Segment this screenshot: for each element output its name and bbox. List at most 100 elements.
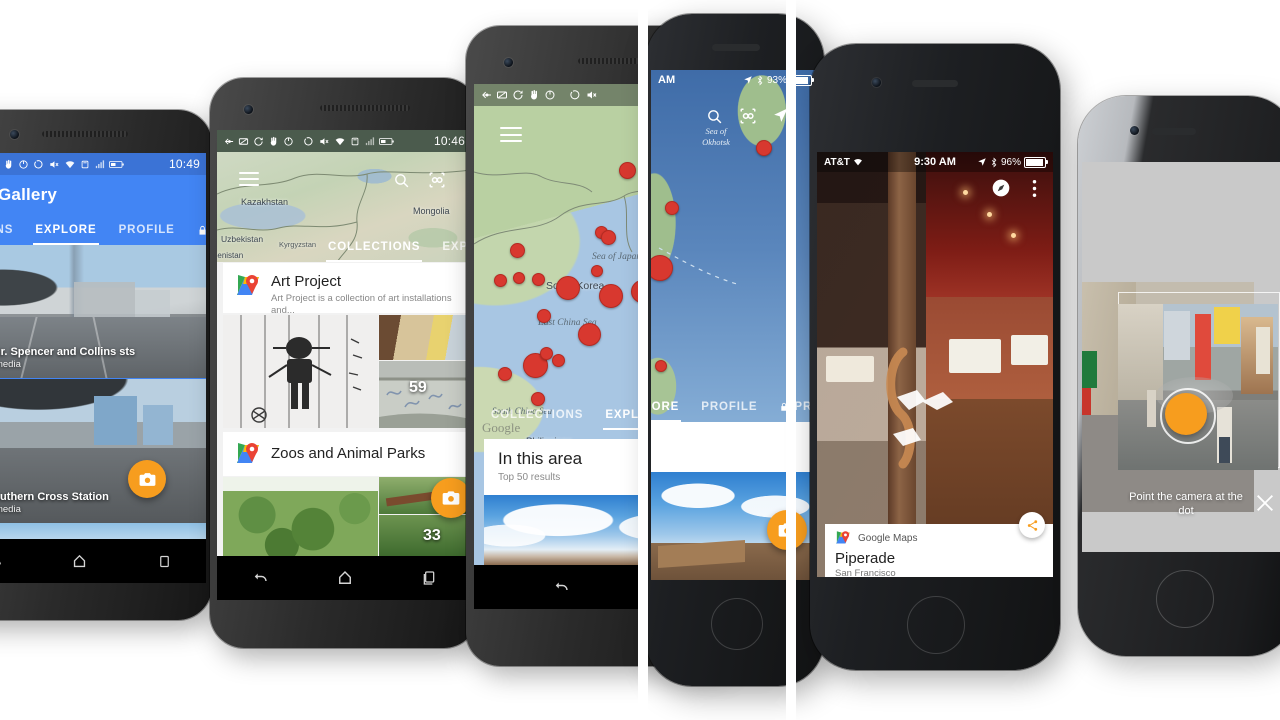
bluetooth-icon <box>757 74 763 86</box>
photo-title: Cnr. Spencer and Collins sts <box>0 346 136 358</box>
power-icon <box>545 90 555 100</box>
photo-caption: Southern Cross Station Panedia <box>0 485 206 523</box>
share-icon <box>1027 519 1037 531</box>
home-button[interactable] <box>1156 570 1214 628</box>
camera-fab[interactable] <box>128 460 166 498</box>
photo-caption: Cnr. Spencer and Collins sts Panedia <box>0 340 206 378</box>
status-icons <box>223 136 394 147</box>
map-cluster-dot[interactable] <box>540 347 553 360</box>
map-cluster-dot[interactable] <box>552 354 565 367</box>
photosphere-restaurant[interactable] <box>817 152 1053 577</box>
camera-icon <box>442 491 460 505</box>
tab-explore[interactable]: EXPLORE <box>24 215 107 245</box>
gallery-photo-1[interactable]: panedia Cnr. Spencer and Collins sts Pan… <box>0 245 206 378</box>
collection-thumb-small-2[interactable]: 59 <box>379 361 471 428</box>
recents-icon[interactable] <box>157 554 172 569</box>
street-view-arrow[interactable] <box>817 152 1053 577</box>
map-cluster-dot[interactable] <box>665 201 679 215</box>
battery-percent: 93% <box>766 74 787 86</box>
map-cluster-dot[interactable] <box>494 274 507 287</box>
back-icon[interactable] <box>0 553 3 570</box>
map-cluster-dot[interactable] <box>532 273 545 286</box>
phone-1-app-bar: Gallery <box>0 175 206 215</box>
status-time: 10:49 <box>168 157 200 171</box>
phone-4-ios-map-device: AM 93% Sea of Okhotsk ORE PROFILE PRI <box>646 14 824 686</box>
phone-2-collections-device: 10:46 Kazakhstan Mongolia Uzbekistan Kyr… <box>210 78 478 648</box>
attribution-card[interactable]: Google Maps Piperade San Francisco <box>825 524 1053 577</box>
zoo-thumb-small-2[interactable]: 33 <box>379 515 471 556</box>
search-icon[interactable] <box>706 108 723 125</box>
camera-fab[interactable] <box>431 478 471 518</box>
wifi-icon <box>335 137 345 145</box>
collection-card-art-project[interactable]: Art Project Art Project is a collection … <box>223 263 471 316</box>
signal-icon <box>95 159 105 168</box>
phone-2-map[interactable]: Kazakhstan Mongolia Uzbekistan Kyrgyzsta… <box>217 152 471 262</box>
map-cluster-dot[interactable] <box>556 276 580 300</box>
map-cluster-dot[interactable] <box>513 272 525 284</box>
map-cluster-dot[interactable] <box>619 162 636 179</box>
overflow-menu-icon[interactable] <box>1032 179 1037 198</box>
page-title: Gallery <box>0 185 58 204</box>
rotate-icon <box>570 90 580 100</box>
map-cluster-dot[interactable] <box>537 309 551 323</box>
collection-thumb-large[interactable] <box>223 315 378 428</box>
recents-icon[interactable] <box>421 570 437 586</box>
photo-author: Panedia <box>0 504 21 515</box>
map-cluster-dot[interactable] <box>655 360 667 372</box>
tab-collections[interactable]: COLLECTIONS <box>0 215 24 245</box>
map-cluster-dot[interactable] <box>591 265 603 277</box>
gallery-photo-2[interactable]: panedia Southern Cross Station Panedia <box>0 379 206 523</box>
collection-description: Art Project is a collection of art insta… <box>271 293 452 316</box>
phone-2-tab-bar: COLLECTIONS EXPLORE PROFILE <box>317 232 471 262</box>
cardboard-icon[interactable] <box>739 107 757 125</box>
tab-profile[interactable]: PROFILE <box>690 392 768 422</box>
ar-target-dot[interactable] <box>1165 393 1207 435</box>
map-label-mongolia: Mongolia <box>413 206 450 216</box>
close-icon[interactable] <box>1254 492 1276 514</box>
layout-seam <box>786 0 796 720</box>
home-button[interactable] <box>907 596 965 654</box>
share-button[interactable] <box>1019 512 1045 538</box>
back-icon[interactable] <box>251 569 269 587</box>
home-button[interactable] <box>711 598 763 650</box>
tab-explore[interactable]: EXPLORE <box>651 392 690 422</box>
sync-icon <box>513 90 523 100</box>
phone-5-status-bar: AT&T 9:30 AM 96% <box>817 152 1053 172</box>
status-icons <box>0 159 124 170</box>
power-icon <box>19 159 28 169</box>
compass-icon[interactable] <box>991 178 1011 198</box>
google-maps-pin-icon <box>235 273 261 299</box>
tab-private[interactable]: PRIVATE <box>186 215 206 245</box>
tab-label: COLLECTIONS <box>0 224 14 236</box>
tab-profile[interactable]: PROFILE <box>108 215 186 245</box>
home-icon[interactable] <box>336 569 354 587</box>
phone-1-gallery-device: 10:49 Gallery COLLECTIONS EXPLORE PROFIL… <box>0 110 212 620</box>
hamburger-icon[interactable] <box>239 172 259 186</box>
home-icon[interactable] <box>71 553 88 570</box>
map-cluster-dot[interactable] <box>601 230 616 245</box>
hand-icon <box>270 136 277 146</box>
hand-icon <box>5 159 12 169</box>
map-cluster-dot[interactable] <box>498 367 512 381</box>
cardboard-icon[interactable] <box>428 171 446 189</box>
collection-card-zoos[interactable]: Zoos and Animal Parks <box>223 432 471 476</box>
wifi-icon <box>65 160 75 168</box>
search-icon[interactable] <box>393 172 410 189</box>
map-cluster-dot[interactable] <box>510 243 525 258</box>
zoo-thumb-large[interactable] <box>223 477 378 556</box>
collection-name: Art Project <box>271 273 342 290</box>
layout-seam <box>638 0 648 720</box>
location-icon <box>978 158 986 166</box>
phone-5-photosphere-device: AT&T 9:30 AM 96% Google Maps Piperade Sa… <box>810 44 1060 670</box>
phone-1-tab-bar: COLLECTIONS EXPLORE PROFILE PRIVATE <box>0 215 206 245</box>
tab-collections[interactable]: COLLECTIONS <box>480 400 594 430</box>
usb-icon <box>224 138 234 144</box>
back-icon[interactable] <box>552 578 570 596</box>
collection-thumb-small-1[interactable] <box>379 315 471 360</box>
map-cluster-dot[interactable] <box>578 323 601 346</box>
tab-collections[interactable]: COLLECTIONS <box>317 232 431 262</box>
battery-icon <box>109 160 124 168</box>
map-cluster-dot[interactable] <box>599 284 623 308</box>
hamburger-icon[interactable] <box>500 127 522 142</box>
map-cluster-dot[interactable] <box>756 140 772 156</box>
